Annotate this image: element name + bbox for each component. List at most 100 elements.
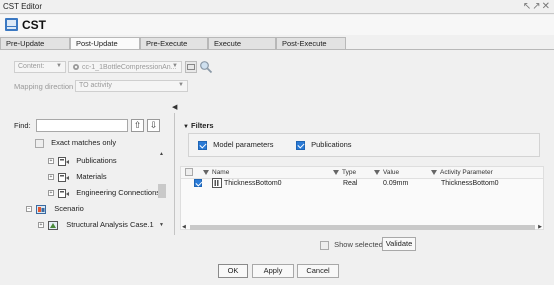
filter-icon[interactable] — [431, 169, 437, 175]
mapping-direction-select[interactable]: TO activity ▼ — [75, 80, 188, 92]
publications-filter-row[interactable]: Publications — [296, 140, 352, 150]
parameters-grid: Name Type Value Activity Parameter — [180, 166, 544, 230]
scroll-thumb[interactable] — [190, 225, 535, 230]
chevron-down-icon: ▼ — [178, 82, 184, 88]
publications-checkbox[interactable] — [296, 140, 305, 150]
row-checkbox[interactable] — [194, 179, 202, 187]
expand-filters-icon: ▼ — [183, 124, 189, 130]
title-bar: CST Editor ↖↗✕ — [0, 0, 554, 14]
exact-matches-row[interactable]: Exact matches only — [35, 138, 116, 148]
filter-icon[interactable] — [374, 169, 380, 175]
select-icon — [187, 64, 195, 70]
collapse-icon[interactable]: − — [26, 206, 32, 213]
tab-strip: Pre-Update Post-Update Pre-Execute Execu… — [0, 37, 554, 49]
tab-divider — [0, 49, 554, 50]
scroll-down-icon[interactable]: ▼ — [159, 222, 164, 228]
tree-item-label: Scenario — [54, 204, 84, 213]
arrow-down-icon: ⇩ — [149, 120, 158, 130]
cell-value: 0.09mm — [383, 180, 409, 187]
tree-item-engineering-connections[interactable]: + Engineering Connections — [48, 188, 160, 198]
filter-icon[interactable] — [333, 169, 339, 175]
publication-icon — [58, 156, 70, 166]
collapse-panel-icon[interactable]: ◀ — [172, 103, 177, 111]
tree-item-materials[interactable]: + Materials — [48, 172, 107, 182]
scenario-icon — [36, 204, 47, 214]
parameter-icon — [212, 178, 222, 188]
gear-icon — [73, 64, 79, 70]
show-selected-row[interactable]: Show selected — [320, 240, 383, 250]
scroll-left-icon[interactable]: ◀ — [182, 224, 186, 230]
engineering-connection-icon — [58, 188, 70, 198]
scroll-thumb[interactable] — [158, 184, 166, 198]
find-input[interactable] — [36, 119, 128, 132]
model-parameters-label: Model parameters — [213, 140, 274, 149]
expand-icon[interactable]: + — [48, 158, 54, 165]
scroll-up-icon[interactable]: ▲ — [159, 151, 164, 157]
cell-name: ThicknessBottom0 — [224, 180, 282, 187]
tab-post-execute[interactable]: Post-Execute — [276, 37, 346, 49]
find-label: Find: — [14, 121, 31, 130]
column-value[interactable]: Value — [374, 169, 399, 176]
select-all-checkbox[interactable] — [185, 168, 193, 176]
column-type[interactable]: Type — [333, 169, 356, 176]
content-label: Content: — [18, 63, 45, 70]
scroll-right-icon[interactable]: ▶ — [538, 224, 542, 230]
object-select[interactable]: cc-1_1BottleCompressionAn... ▼ — [68, 61, 182, 73]
show-selected-label: Show selected — [334, 240, 383, 249]
exact-matches-label: Exact matches only — [51, 138, 117, 147]
exact-matches-checkbox[interactable] — [35, 138, 44, 148]
cancel-button[interactable]: Cancel — [297, 264, 339, 278]
analysis-case-icon — [48, 220, 59, 230]
cell-activity-parameter: ThicknessBottom0 — [441, 180, 499, 187]
arrow-up-icon: ⇧ — [133, 120, 142, 130]
model-parameters-row[interactable]: Model parameters — [198, 140, 274, 150]
model-parameters-checkbox[interactable] — [198, 140, 207, 150]
cell-type: Real — [343, 180, 358, 187]
window-title: CST Editor — [3, 2, 42, 11]
tree-scrollbar[interactable]: ▲ ▼ — [158, 151, 166, 230]
find-down-button[interactable]: ⇩ — [147, 119, 160, 132]
ok-button[interactable]: OK — [218, 264, 248, 278]
tree-item-structural-analysis-case[interactable]: + Structural Analysis Case.1 — [38, 220, 154, 230]
select-tool-button[interactable] — [185, 61, 197, 73]
apply-button[interactable]: Apply — [252, 264, 294, 278]
column-activity-parameter[interactable]: Activity Parameter — [431, 169, 493, 176]
expand-icon[interactable]: + — [48, 174, 54, 181]
filters-title: Filters — [191, 121, 214, 130]
column-name[interactable]: Name — [203, 169, 229, 176]
validate-button[interactable]: Validate — [382, 237, 416, 251]
search-button[interactable] — [199, 60, 213, 74]
object-value: cc-1_1BottleCompressionAn... — [81, 63, 177, 71]
material-icon — [58, 172, 70, 182]
find-up-button[interactable]: ⇧ — [131, 119, 144, 132]
panel-splitter[interactable] — [174, 113, 175, 235]
cst-app-icon — [5, 18, 18, 31]
grid-horizontal-scrollbar[interactable]: ◀ ▶ — [180, 224, 544, 231]
filter-icon[interactable] — [203, 169, 209, 175]
mapping-value: TO activity — [79, 82, 112, 89]
tab-pre-update[interactable]: Pre-Update — [0, 37, 70, 49]
window-controls[interactable]: ↖↗✕ — [523, 1, 551, 12]
tree-item-label: Materials — [76, 172, 107, 181]
tree-item-publications[interactable]: + Publications — [48, 156, 117, 166]
search-icon — [200, 61, 213, 74]
show-selected-checkbox[interactable] — [320, 240, 329, 250]
tab-post-update[interactable]: Post-Update — [70, 37, 140, 49]
tree-item-label: Structural Analysis Case.1 — [66, 220, 154, 229]
tree-item-label: Publications — [76, 156, 117, 165]
publications-filter-label: Publications — [311, 140, 352, 149]
tab-execute[interactable]: Execute — [208, 37, 276, 49]
content-select[interactable]: Content: ▼ — [14, 61, 66, 73]
chevron-down-icon: ▼ — [172, 63, 178, 69]
tree-item-scenario[interactable]: − Scenario — [26, 204, 84, 214]
tab-pre-execute[interactable]: Pre-Execute — [140, 37, 208, 49]
chevron-down-icon: ▼ — [56, 63, 62, 69]
expand-icon[interactable]: + — [38, 222, 44, 229]
grid-header: Name Type Value Activity Parameter — [181, 167, 543, 179]
app-header: CST — [0, 15, 554, 35]
filters-header[interactable]: ▼ Filters — [183, 121, 214, 130]
expand-icon[interactable]: + — [48, 190, 54, 197]
mapping-direction-label: Mapping direction — [14, 82, 74, 91]
app-title: CST — [22, 18, 46, 32]
tree-item-label: Engineering Connections — [76, 188, 160, 197]
